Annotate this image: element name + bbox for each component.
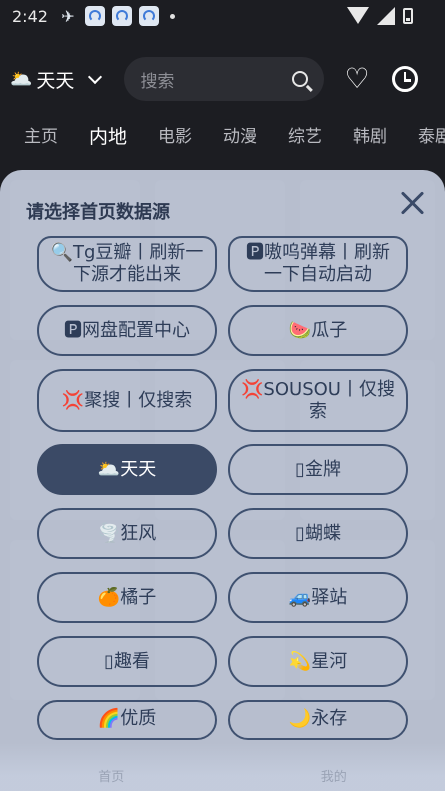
source-option-yizhan[interactable]: 🚙驿站 [228,572,408,623]
bird-notification-icon: ✈ [61,6,75,26]
search-placeholder: 搜索 [140,71,175,92]
source-option-tg-douban[interactable]: 🔍Tg豆瓣丨刷新一下源才能出来 [37,236,217,292]
tab-korean[interactable]: 韩剧 [353,122,387,158]
wifi-icon [347,7,369,25]
source-option-jusou[interactable]: 💢聚搜丨仅搜索 [37,369,217,432]
tab-movies[interactable]: 电影 [158,122,192,158]
source-label: 天天 [36,69,75,92]
status-time: 2:42 [12,6,48,26]
source-options-grid: 🔍Tg豆瓣丨刷新一下源才能出来 🅿嗷呜弹幕丨刷新一下自动启动 🅿网盘配置中心 🍉… [37,236,408,753]
source-option-netdisk-config[interactable]: 🅿网盘配置中心 [37,305,217,356]
source-option-hudie[interactable]: ▯蝴蝶 [228,508,408,559]
source-option-jinpai[interactable]: ▯金牌 [228,444,408,495]
cloud-sun-icon: 🌥️ [10,68,33,90]
app-notification-icon [111,6,132,26]
source-option-juzi[interactable]: 🍊橘子 [37,572,217,623]
tab-mainland[interactable]: 内地 [89,122,127,158]
bottom-fade [0,743,445,791]
chevron-down-icon [88,69,103,84]
status-bar: 2:42 ✈ [0,0,445,32]
source-option-yongcun[interactable]: 🌙永存 [228,700,408,740]
tab-anime[interactable]: 动漫 [223,122,257,158]
source-option-xinghe[interactable]: 💫星河 [228,636,408,687]
more-notifications-dot-icon [169,13,175,19]
signal-icon [377,7,395,25]
app-notification-icon [138,6,159,26]
tab-thai[interactable]: 泰剧 [418,122,445,158]
sheet-title: 请选择首页数据源 [26,202,170,223]
close-icon[interactable] [399,190,425,216]
search-icon [292,71,309,87]
source-option-kuangfeng[interactable]: 🌪️狂风 [37,508,217,559]
source-option-youzhi[interactable]: 🌈优质 [37,700,217,740]
search-input[interactable]: 搜索 [124,57,325,101]
app-header: 🌥️ 天天 搜索 ♡ [0,52,445,106]
tab-variety[interactable]: 综艺 [288,122,322,158]
status-right [347,7,413,25]
app-notification-icon [84,6,105,26]
source-option-sousou[interactable]: 💢SOUSOU丨仅搜索 [228,369,408,432]
data-source-sheet: 请选择首页数据源 🔍Tg豆瓣丨刷新一下源才能出来 🅿嗷呜弹幕丨刷新一下自动启动 … [0,170,445,791]
tab-home[interactable]: 主页 [24,122,58,158]
source-selector[interactable]: 🌥️ 天天 [10,66,103,93]
source-option-qukan[interactable]: ▯趣看 [37,636,217,687]
source-option-tiantian[interactable]: 🌥️天天 [37,444,217,495]
battery-icon [403,8,413,24]
source-option-aowu-danmu[interactable]: 🅿嗷呜弹幕丨刷新一下自动启动 [228,236,408,292]
favorites-heart-icon[interactable]: ♡ [344,65,369,93]
category-tabs: 主页 内地 电影 动漫 综艺 韩剧 泰剧 [0,122,445,158]
source-option-guazi[interactable]: 🍉瓜子 [228,305,408,356]
history-icon[interactable] [391,66,418,92]
